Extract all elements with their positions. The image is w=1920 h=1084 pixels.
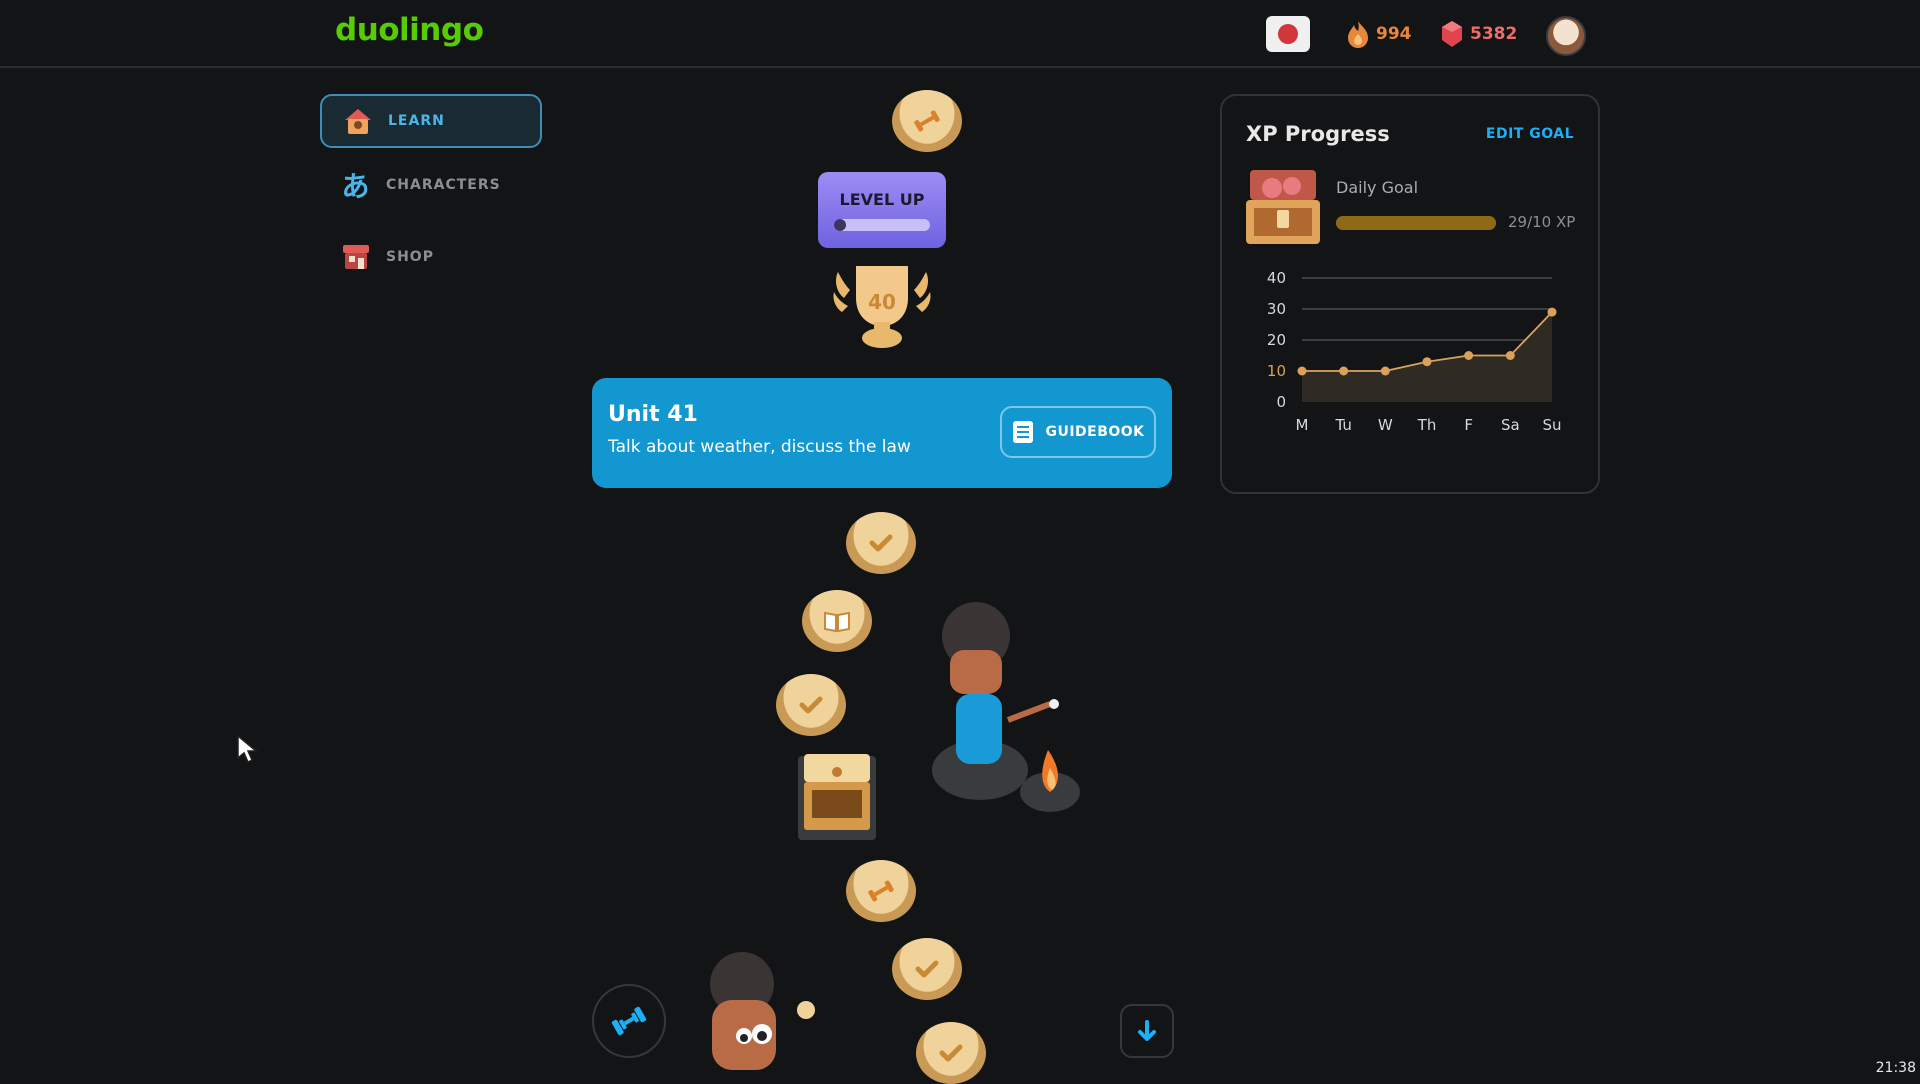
sidebar-item-label: LEARN (388, 113, 445, 129)
y-tick-label: 20 (1267, 331, 1286, 349)
daily-goal-progress-fill (1336, 216, 1496, 230)
lesson-node-completed[interactable] (846, 512, 916, 574)
lesson-node-completed[interactable] (916, 1022, 986, 1084)
guidebook-label: GUIDEBOOK (1045, 424, 1145, 440)
level-up-progress-bar (834, 219, 930, 231)
edit-goal-link[interactable]: EDIT GOAL (1486, 126, 1574, 142)
shop-icon (340, 241, 372, 273)
character-illustration (696, 950, 826, 1080)
treasure-chest-node[interactable] (796, 748, 878, 842)
lesson-node-completed[interactable] (892, 938, 962, 1000)
data-point (1380, 366, 1390, 376)
xp-progress-card: XP Progress EDIT GOAL Daily Goal 29/10 X… (1220, 94, 1600, 494)
x-tick-label: W (1378, 416, 1393, 434)
japan-flag-icon (1278, 24, 1298, 44)
system-clock: 21:38 (1875, 1060, 1916, 1076)
gem-count: 5382 (1470, 24, 1518, 44)
language-flag-button[interactable] (1266, 16, 1310, 52)
data-point (1297, 366, 1307, 376)
daily-goal-progress-bar (1336, 216, 1496, 230)
x-tick-label: F (1464, 416, 1473, 434)
arrow-down-icon (1138, 1020, 1156, 1041)
duolingo-logo[interactable]: duolingo (335, 12, 484, 48)
checkmark-icon (799, 696, 823, 714)
sidebar-item-label: CHARACTERS (386, 177, 501, 193)
sidebar-item-label: SHOP (386, 249, 434, 265)
lesson-node-completed[interactable] (776, 674, 846, 736)
dumbbell-icon (611, 1006, 647, 1036)
xp-progress-title: XP Progress (1246, 122, 1390, 146)
data-point (1339, 366, 1349, 376)
unit-banner: Unit 41 Talk about weather, discuss the … (592, 378, 1172, 488)
lesson-node-practice[interactable] (892, 90, 962, 152)
book-icon (824, 611, 850, 633)
gems-counter[interactable]: 5382 (1440, 20, 1517, 48)
guidebook-button[interactable]: GUIDEBOOK (1000, 406, 1156, 458)
trophy-number: 40 (868, 290, 896, 314)
data-point (1505, 351, 1515, 360)
checkmark-icon (915, 960, 939, 978)
streak-count: 994 (1376, 24, 1412, 44)
x-tick-label: Tu (1334, 416, 1351, 434)
dumbbell-icon (868, 880, 894, 902)
level-up-card[interactable]: LEVEL UP (818, 172, 946, 248)
guidebook-icon (1013, 421, 1034, 443)
x-tick-label: Su (1542, 416, 1561, 434)
lesson-node-practice[interactable] (846, 860, 916, 922)
data-point (1547, 307, 1557, 317)
sidebar-item-learn[interactable]: LEARN (320, 94, 542, 148)
level-up-progress-fill (834, 219, 846, 231)
mouse-cursor (236, 734, 259, 768)
data-point (1464, 351, 1474, 360)
xp-weekly-chart: 0 10 20 30 40 M Tu W Th F Sa Su (1267, 269, 1562, 434)
checkmark-icon (939, 1044, 963, 1062)
x-tick-label: Th (1417, 416, 1437, 434)
treasure-chest-icon (1246, 170, 1320, 244)
flame-icon (1348, 21, 1368, 48)
gem-icon (1442, 21, 1462, 47)
data-point (1422, 357, 1432, 367)
sidebar-item-shop[interactable]: SHOP (320, 230, 542, 284)
daily-goal-label: Daily Goal (1336, 178, 1419, 197)
y-tick-label: 0 (1276, 393, 1286, 411)
character-campfire-illustration (920, 600, 1090, 830)
daily-goal-xp: 29/10 XP (1508, 213, 1576, 231)
practice-hub-button[interactable] (592, 984, 666, 1058)
streak-counter[interactable]: 994 (1346, 20, 1412, 48)
level-up-label: LEVEL UP (839, 190, 925, 209)
hiragana-icon: あ (341, 170, 371, 203)
y-tick-label: 30 (1267, 300, 1286, 318)
trophy-node[interactable]: 40 (826, 258, 938, 350)
sidebar-item-characters[interactable]: あ CHARACTERS (320, 158, 542, 212)
lesson-node-story[interactable] (802, 590, 872, 652)
y-tick-label: 40 (1267, 269, 1286, 287)
x-tick-label: Sa (1501, 416, 1520, 434)
x-tick-label: M (1296, 416, 1309, 434)
y-tick-label: 10 (1267, 362, 1286, 380)
dumbbell-icon (914, 110, 940, 132)
home-icon (342, 105, 374, 137)
treasure-chest-icon (798, 754, 876, 840)
profile-avatar[interactable] (1546, 16, 1586, 56)
checkmark-icon (869, 534, 893, 552)
top-bar: duolingo 994 5382 (0, 0, 1920, 68)
scroll-down-button[interactable] (1120, 1004, 1174, 1058)
